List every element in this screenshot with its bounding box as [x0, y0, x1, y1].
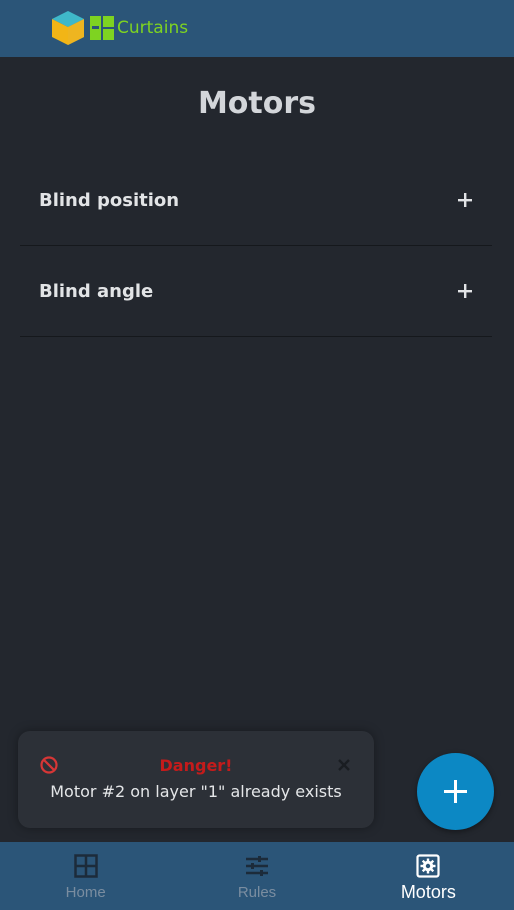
close-icon[interactable]	[337, 758, 351, 772]
bottom-nav: Home Rules Motors	[0, 842, 514, 910]
nav-label-home: Home	[65, 884, 106, 901]
nav-item-motors[interactable]: Motors	[343, 842, 514, 910]
add-motor-button[interactable]	[417, 753, 494, 830]
brand-name[interactable]: Curtains	[117, 18, 188, 38]
toast-message: Motor #2 on layer "1" already exists	[50, 782, 342, 801]
toast-title: Danger!	[159, 756, 233, 775]
app-root: Curtains Motors Blind position Blind ang…	[0, 0, 514, 910]
motor-item-label: Blind position	[39, 190, 180, 211]
cube-logo-icon	[52, 11, 84, 45]
motor-item[interactable]: Blind angle	[20, 246, 492, 337]
gear-icon	[416, 854, 440, 878]
motor-item[interactable]: Blind position	[20, 155, 492, 246]
grid-logo-icon	[90, 16, 114, 40]
nav-item-home[interactable]: Home	[0, 842, 171, 910]
motor-item-label: Blind angle	[39, 281, 154, 302]
nav-label-rules: Rules	[237, 884, 277, 901]
motor-list: Blind position Blind angle	[20, 155, 492, 337]
grid-icon	[73, 854, 98, 878]
nav-item-rules[interactable]: Rules	[171, 842, 342, 910]
plus-icon	[444, 780, 467, 803]
nav-label-motors: Motors	[400, 882, 456, 902]
danger-toast: Danger! Motor #2 on layer "1" already ex…	[18, 731, 374, 828]
top-bar: Curtains	[0, 0, 514, 57]
plus-icon[interactable]	[457, 283, 473, 299]
page-title: Motors	[197, 86, 317, 121]
sliders-icon	[245, 856, 268, 876]
plus-icon[interactable]	[457, 192, 473, 208]
